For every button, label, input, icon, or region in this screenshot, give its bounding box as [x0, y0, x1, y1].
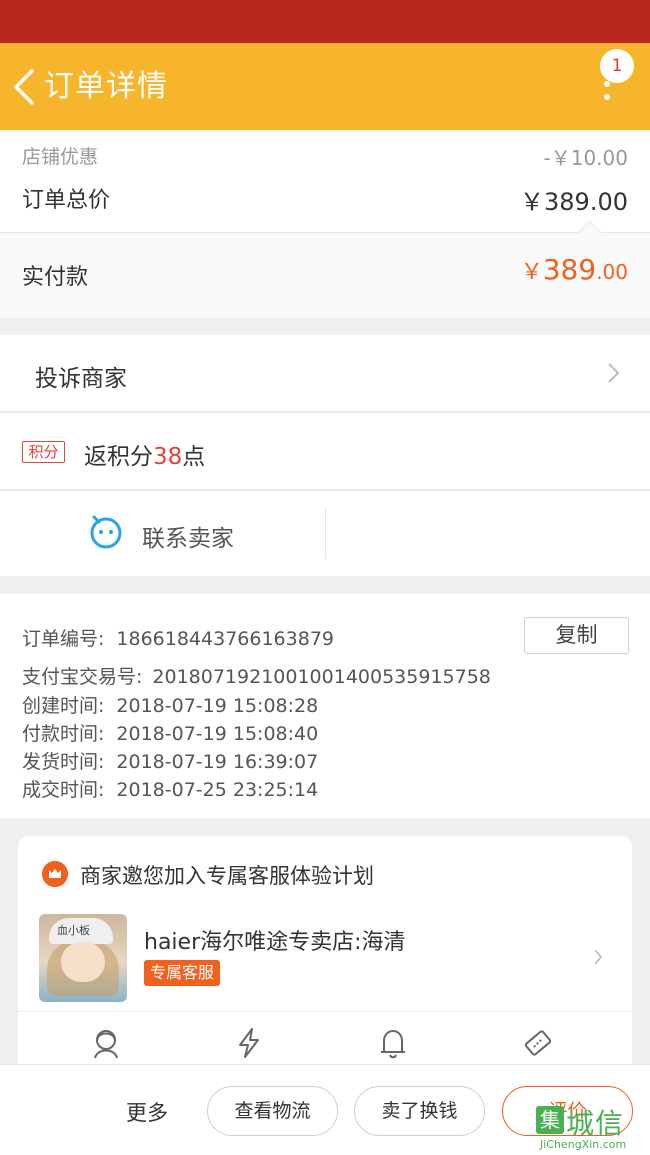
page-title: 订单详情 — [44, 69, 168, 104]
alipay-trade-label: 支付宝交易号: — [22, 666, 143, 688]
view-logistics-button[interactable]: 查看物流 — [207, 1086, 338, 1136]
avatar-face — [61, 942, 105, 982]
notch-decoration — [578, 220, 602, 244]
created-time-row: 创建时间: 2018-07-19 15:08:28 — [22, 691, 318, 718]
service-card-title: 商家邀您加入专属客服体验计划 — [80, 864, 374, 888]
points-number: 38 — [153, 444, 183, 470]
status-bar — [0, 0, 650, 43]
points-suffix: 点 — [182, 444, 206, 470]
paid-label: 实付款 — [22, 265, 89, 290]
complain-seller-row[interactable]: 投诉商家 — [0, 335, 650, 412]
shipped-time-value: 2018-07-19 16:39:07 — [116, 751, 319, 773]
paid-time-row: 付款时间: 2018-07-19 15:08:40 — [22, 719, 318, 746]
notification-badge: 1 — [600, 49, 634, 83]
watermark-text: 城信 — [566, 1107, 625, 1140]
chevron-right-icon[interactable] — [593, 948, 603, 966]
ticket-icon[interactable] — [521, 1026, 555, 1060]
back-arrow-icon[interactable] — [10, 67, 38, 107]
watermark-box: 集 — [536, 1106, 564, 1134]
created-time-value: 2018-07-19 15:08:28 — [116, 695, 319, 717]
watermark-url: JiChengXin.com — [540, 1138, 627, 1151]
created-time-label: 创建时间: — [22, 695, 105, 717]
shop-discount-value: -￥10.00 — [543, 146, 628, 170]
paid-time-label: 付款时间: — [22, 723, 105, 745]
watermark-logo: 集 城信 JiChengXin.com — [536, 1100, 650, 1155]
completed-time-label: 成交时间: — [22, 779, 105, 801]
price-section: 店铺优惠 -￥10.00 订单总价 ￥389.00 实付款 ￥389.00 — [0, 130, 650, 318]
header-bar: 订单详情 — [0, 43, 650, 130]
order-number-label: 订单编号: — [22, 628, 105, 650]
order-number-row: 订单编号: 186618443766163879 — [22, 624, 334, 651]
paid-row: 实付款 ￥389.00 — [0, 220, 650, 318]
complain-label: 投诉商家 — [35, 366, 127, 392]
card-divider — [18, 1011, 632, 1012]
crown-icon — [42, 861, 68, 887]
more-button[interactable]: 更多 — [126, 1097, 168, 1127]
paid-time-value: 2018-07-19 15:08:40 — [116, 723, 319, 745]
order-info-section: 订单编号: 186618443766163879 复制 支付宝交易号: 201807… — [0, 594, 650, 818]
points-row: 积分 返积分38点 — [0, 413, 650, 490]
order-total-label: 订单总价 — [22, 188, 111, 213]
contact-seller-row: 联系卖家 — [0, 491, 650, 576]
chat-bubble-icon[interactable] — [88, 513, 124, 549]
shipped-time-label: 发货时间: — [22, 751, 105, 773]
points-prefix: 返积分 — [84, 444, 153, 470]
chevron-right-icon — [608, 363, 620, 383]
order-total-row: 订单总价 ￥389.00 — [22, 182, 628, 216]
service-card: 商家邀您加入专属客服体验计划 血小板 haier海尔唯途专卖店:海清 专属客服 — [18, 836, 632, 1076]
sell-for-cash-button[interactable]: 卖了换钱 — [354, 1086, 485, 1136]
avatar[interactable]: 血小板 — [39, 914, 127, 1002]
alipay-trade-row: 支付宝交易号: 2018071921001001400535915758 — [22, 662, 491, 689]
paid-currency: ￥ — [520, 260, 543, 285]
shop-discount-label: 店铺优惠 — [22, 146, 99, 168]
contact-seller-button[interactable]: 联系卖家 — [142, 519, 234, 553]
shop-name[interactable]: haier海尔唯途专卖店:海清 — [144, 924, 406, 956]
points-tag: 积分 — [22, 441, 65, 463]
alipay-trade-value: 2018071921001001400535915758 — [152, 666, 491, 688]
exclusive-service-tag: 专属客服 — [144, 960, 221, 986]
order-total-value: ￥389.00 — [520, 188, 628, 216]
paid-decimal: .00 — [596, 260, 628, 284]
shop-discount-row: 店铺优惠 -￥10.00 — [22, 142, 628, 170]
paid-integer: 389 — [542, 253, 597, 286]
bell-icon[interactable] — [376, 1026, 410, 1060]
order-number-value: 186618443766163879 — [116, 628, 334, 650]
avatar-hat-text: 血小板 — [57, 924, 90, 937]
paid-amount: ￥389.00 — [521, 253, 628, 286]
completed-time-row: 成交时间: 2018-07-25 23:25:14 — [22, 775, 318, 802]
points-text: 返积分38点 — [84, 437, 205, 471]
service-icon[interactable] — [89, 1026, 123, 1060]
completed-time-value: 2018-07-25 23:25:14 — [116, 779, 319, 801]
copy-button[interactable]: 复制 — [524, 617, 629, 654]
lightning-icon[interactable] — [232, 1026, 266, 1060]
vertical-divider — [325, 507, 326, 559]
shipped-time-row: 发货时间: 2018-07-19 16:39:07 — [22, 747, 318, 774]
